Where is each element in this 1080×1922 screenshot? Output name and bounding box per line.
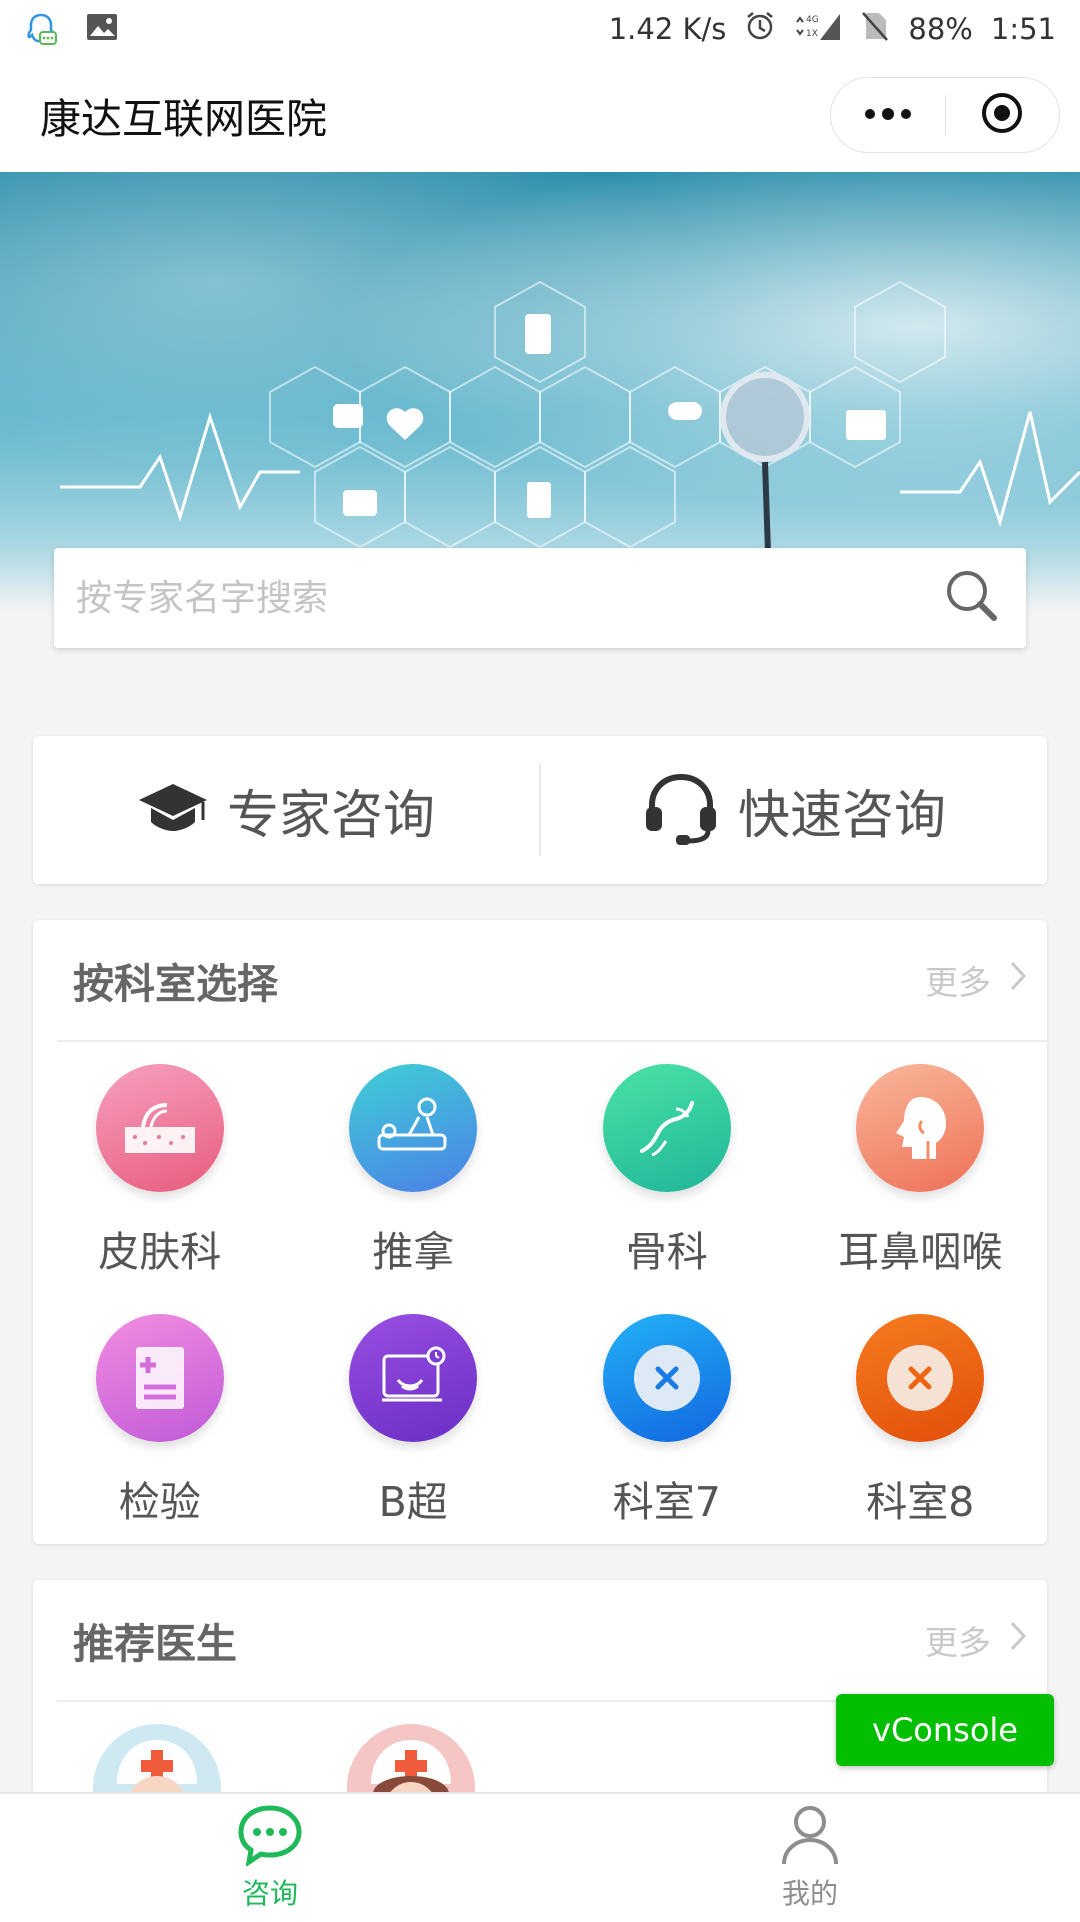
search-bar xyxy=(54,548,1026,648)
dept-item-ent[interactable]: 耳鼻咽喉 xyxy=(794,1064,1048,1314)
ent-icon xyxy=(856,1064,985,1192)
tab-bar: 咨询 我的 xyxy=(0,1792,1080,1922)
page-title: 康达互联网医院 xyxy=(40,95,327,143)
quick-consult-button[interactable]: 快速咨询 xyxy=(541,736,1047,884)
qq-notification-icon xyxy=(24,12,58,46)
dept-item-ultrasound[interactable]: B超 xyxy=(287,1314,541,1544)
bone-icon xyxy=(602,1064,731,1192)
dept-label-8: 科室8 xyxy=(866,1478,975,1526)
dept-item-orthopedics[interactable]: 骨科 xyxy=(540,1064,794,1314)
dept-label-massage: 推拿 xyxy=(372,1228,455,1276)
close-program-button[interactable] xyxy=(946,78,1060,152)
chevron-right-icon xyxy=(1009,960,1027,1000)
department-more-link[interactable]: 更多 xyxy=(925,956,1027,1004)
dept-label-ultrasound: B超 xyxy=(378,1478,448,1526)
search-input[interactable] xyxy=(74,576,898,620)
department-card-header: 按科室选择 更多 xyxy=(57,920,1047,1042)
user-icon xyxy=(780,1804,840,1870)
medical-hexagon-graphic xyxy=(60,280,1080,612)
quick-consult-label: 快速咨询 xyxy=(737,785,946,846)
massage-icon xyxy=(349,1064,478,1192)
dept-label-lab: 检验 xyxy=(118,1478,201,1526)
dept-item-lab[interactable]: 检验 xyxy=(33,1314,287,1544)
dept-label-orthopedics: 骨科 xyxy=(625,1228,708,1276)
dept7-icon xyxy=(602,1314,731,1442)
ultrasound-icon xyxy=(349,1314,478,1442)
dept8-icon xyxy=(856,1314,985,1442)
doctor-avatar[interactable] xyxy=(347,1724,475,1792)
tab-consult[interactable]: 咨询 xyxy=(0,1794,540,1922)
department-section-title: 按科室选择 xyxy=(73,960,278,1008)
chevron-right-icon xyxy=(1009,1620,1027,1660)
doctor-more-label: 更多 xyxy=(925,1623,991,1662)
svg-text:1X: 1X xyxy=(806,29,818,39)
dept-item-massage[interactable]: 推拿 xyxy=(287,1064,541,1314)
tab-consult-label: 咨询 xyxy=(241,1877,298,1910)
network-speed: 1.42 K/s xyxy=(608,12,727,46)
doctor-more-link[interactable]: 更多 xyxy=(925,1616,1027,1664)
dept-item-7[interactable]: 科室7 xyxy=(540,1314,794,1544)
vconsole-button[interactable]: vConsole xyxy=(836,1694,1054,1766)
expert-consult-button[interactable]: 专家咨询 xyxy=(33,736,539,884)
dept-label-skin: 皮肤科 xyxy=(98,1228,222,1276)
graduation-cap-icon xyxy=(137,778,209,842)
dept-item-skin[interactable]: 皮肤科 xyxy=(33,1064,287,1314)
dept-label-7: 科室7 xyxy=(612,1478,721,1526)
svg-text:4G: 4G xyxy=(806,15,819,25)
alarm-icon xyxy=(744,10,776,49)
headset-icon xyxy=(642,771,720,849)
lab-icon xyxy=(95,1314,224,1442)
department-grid: 皮肤科 推拿 骨科 耳鼻咽喉 检验 B超 科室7 科室8 xyxy=(33,1042,1047,1544)
department-card: 按科室选择 更多 皮肤科 推拿 骨科 耳鼻咽喉 检验 B超 科室7 科室8 xyxy=(33,920,1047,1544)
mini-program-header: 康达互联网医院 xyxy=(0,58,1080,172)
doctor-card-header: 推荐医生 更多 xyxy=(57,1580,1047,1702)
no-sim-icon xyxy=(860,10,890,49)
doctor-section-title: 推荐医生 xyxy=(73,1620,237,1668)
tab-mine[interactable]: 我的 xyxy=(540,1794,1080,1922)
tab-mine-label: 我的 xyxy=(781,1877,838,1910)
chat-icon xyxy=(237,1804,303,1870)
image-notification-icon xyxy=(86,12,120,46)
more-options-button[interactable] xyxy=(831,78,945,152)
capsule-menu xyxy=(830,77,1060,153)
battery-level: 88% xyxy=(908,12,973,46)
doctor-avatar[interactable] xyxy=(93,1724,221,1792)
skin-icon xyxy=(95,1064,224,1192)
clock-time: 1:51 xyxy=(990,12,1056,46)
target-circle-icon xyxy=(980,91,1024,139)
signal-icon: 4G 1X xyxy=(794,10,842,49)
expert-consult-label: 专家咨询 xyxy=(226,785,435,846)
hero-banner xyxy=(0,172,1080,612)
search-icon[interactable] xyxy=(942,566,1002,630)
dept-item-8[interactable]: 科室8 xyxy=(794,1314,1048,1544)
consult-options-card: 专家咨询 快速咨询 xyxy=(33,736,1047,884)
department-more-label: 更多 xyxy=(925,963,991,1002)
more-dots-icon xyxy=(864,106,912,125)
dept-label-ent: 耳鼻咽喉 xyxy=(838,1228,1003,1276)
status-bar: 1.42 K/s 4G 1X 88% 1:51 xyxy=(0,0,1080,58)
